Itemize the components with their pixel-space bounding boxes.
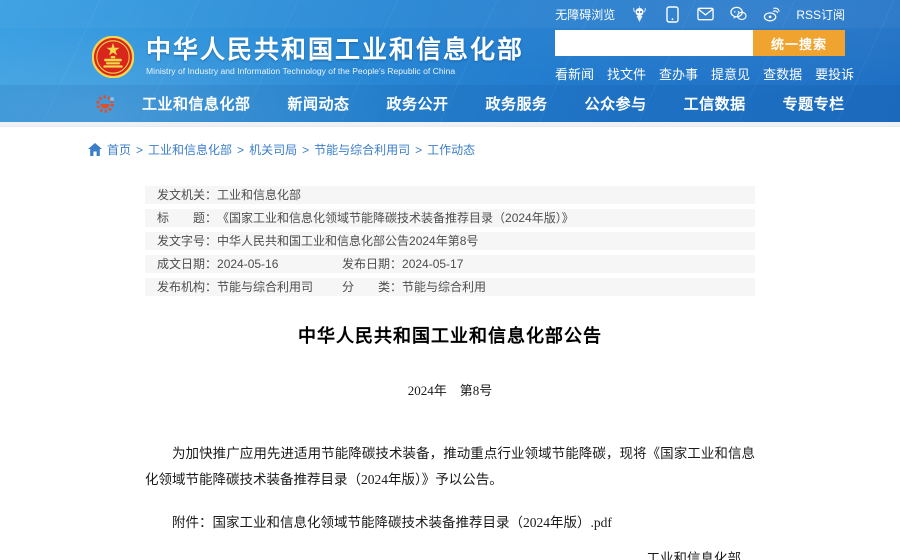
quick-link-documents[interactable]: 找文件 [607, 64, 646, 83]
meta-label: 发文机关： [157, 187, 217, 203]
meta-label: 发文字号： [157, 233, 217, 249]
weibo-icon[interactable] [763, 6, 780, 23]
site-title-block: 中华人民共和国工业和信息化部 Ministry of Industry and … [146, 37, 524, 77]
quick-links: 看新闻 找文件 查办事 提意见 查数据 要投诉 [555, 64, 845, 83]
meta-row-dates: 成文日期： 2024-05-16 发布日期： 2024-05-17 [145, 255, 755, 273]
meta-value: 工业和信息化部 [217, 187, 301, 203]
meta-row-document-number: 发文字号： 中华人民共和国工业和信息化部公告2024年第8号 [145, 232, 755, 250]
nav-item-special-topics[interactable]: 专题专栏 [783, 93, 845, 114]
breadcrumb-departments[interactable]: 机关司局 [249, 141, 297, 158]
quick-link-services[interactable]: 查办事 [659, 64, 698, 83]
accessibility-link[interactable]: 无障碍浏览 [555, 6, 615, 23]
breadcrumb-separator: > [136, 143, 143, 157]
search-button[interactable]: 统一搜索 [753, 30, 845, 56]
attachment-link[interactable]: 国家工业和信息化领域节能降碳技术装备推荐目录（2024年版）.pdf [213, 515, 612, 530]
nav-item-public-participation[interactable]: 公众参与 [585, 93, 647, 114]
home-icon[interactable] [88, 143, 102, 156]
meta-row-issuing-agency: 发文机关： 工业和信息化部 [145, 186, 755, 204]
meta-value: 2024-05-17 [402, 256, 463, 272]
meta-value: 2024-05-16 [217, 256, 278, 272]
breadcrumb: 首页 > 工业和信息化部 > 机关司局 > 节能与综合利用司 > 工作动态 [0, 127, 900, 158]
breadcrumb-ministry[interactable]: 工业和信息化部 [148, 141, 232, 158]
mail-icon[interactable] [697, 6, 714, 23]
signature-block: 工业和信息化部 2024年5月16日 [145, 547, 755, 560]
wechat-icon[interactable] [730, 6, 747, 23]
meta-row-title: 标 题： 《国家工业和信息化领域节能降碳技术装备推荐目录（2024年版）》 [145, 209, 755, 227]
mobile-icon[interactable] [664, 6, 681, 23]
meta-value: 中华人民共和国工业和信息化部公告2024年第8号 [217, 233, 478, 249]
header: 中华人民共和国工业和信息化部 Ministry of Industry and … [0, 28, 900, 85]
meta-label: 成文日期： [157, 256, 217, 272]
meta-value: 节能与综合利用 [402, 279, 486, 295]
quick-link-feedback[interactable]: 提意见 [711, 64, 750, 83]
site-banner: 无障碍浏览 [0, 0, 900, 122]
document-meta-table: 发文机关： 工业和信息化部 标 题： 《国家工业和信息化领域节能降碳技术装备推荐… [145, 186, 755, 296]
meta-value: 节能与综合利用司 [217, 279, 313, 295]
topbar: 无障碍浏览 [0, 0, 900, 28]
national-emblem-icon [92, 36, 134, 78]
article-paragraph: 为加快推广应用先进适用节能降碳技术装备，推动重点行业领域节能降碳，现将《国家工业… [145, 441, 755, 493]
meta-label: 发布日期： [342, 256, 402, 272]
rss-link[interactable]: RSS订阅 [796, 6, 845, 23]
attachment-label: 附件： [172, 515, 213, 530]
meta-label: 分 类： [342, 279, 402, 295]
miit-e-logo-icon [92, 91, 118, 117]
article-issue-number: 2024年 第8号 [145, 380, 755, 399]
meta-label: 标 题： [157, 210, 217, 226]
breadcrumb-separator: > [302, 143, 309, 157]
breadcrumb-work-news[interactable]: 工作动态 [427, 141, 475, 158]
page: 无障碍浏览 [0, 0, 900, 560]
main-nav: 工业和信息化部 新闻动态 政务公开 政务服务 公众参与 工信数据 专题专栏 [0, 85, 900, 122]
meta-value: 《国家工业和信息化领域节能降碳技术装备推荐目录（2024年版）》 [217, 210, 574, 226]
site-title-en: Ministry of Industry and Information Tec… [146, 67, 524, 76]
breadcrumb-separator: > [415, 143, 422, 157]
nav-item-news[interactable]: 新闻动态 [288, 93, 350, 114]
article-title: 中华人民共和国工业和信息化部公告 [145, 322, 755, 348]
breadcrumb-energy-dept[interactable]: 节能与综合利用司 [314, 141, 410, 158]
attachment-line: 附件：国家工业和信息化领域节能降碳技术装备推荐目录（2024年版）.pdf [145, 511, 755, 531]
robot-icon[interactable] [631, 6, 648, 23]
nav-item-gov-disclosure[interactable]: 政务公开 [387, 93, 449, 114]
quick-link-news[interactable]: 看新闻 [555, 64, 594, 83]
nav-items: 工业和信息化部 新闻动态 政务公开 政务服务 公众参与 工信数据 专题专栏 [142, 93, 845, 114]
breadcrumb-separator: > [237, 143, 244, 157]
search-zone: 统一搜索 看新闻 找文件 查办事 提意见 查数据 要投诉 [555, 30, 845, 83]
quick-link-data[interactable]: 查数据 [763, 64, 802, 83]
breadcrumb-home[interactable]: 首页 [107, 141, 131, 158]
quick-link-complaint[interactable]: 要投诉 [815, 64, 854, 83]
meta-row-publisher-category: 发布机构： 节能与综合利用司 分 类： 节能与综合利用 [145, 278, 755, 296]
nav-item-gov-services[interactable]: 政务服务 [486, 93, 548, 114]
nav-item-data[interactable]: 工信数据 [684, 93, 746, 114]
search-input[interactable] [555, 30, 753, 56]
site-title: 中华人民共和国工业和信息化部 [146, 37, 524, 65]
article: 中华人民共和国工业和信息化部公告 2024年 第8号 为加快推广应用先进适用节能… [145, 322, 755, 560]
meta-label: 发布机构： [157, 279, 217, 295]
nav-item-ministry[interactable]: 工业和信息化部 [142, 93, 251, 114]
signer: 工业和信息化部 [145, 547, 741, 560]
